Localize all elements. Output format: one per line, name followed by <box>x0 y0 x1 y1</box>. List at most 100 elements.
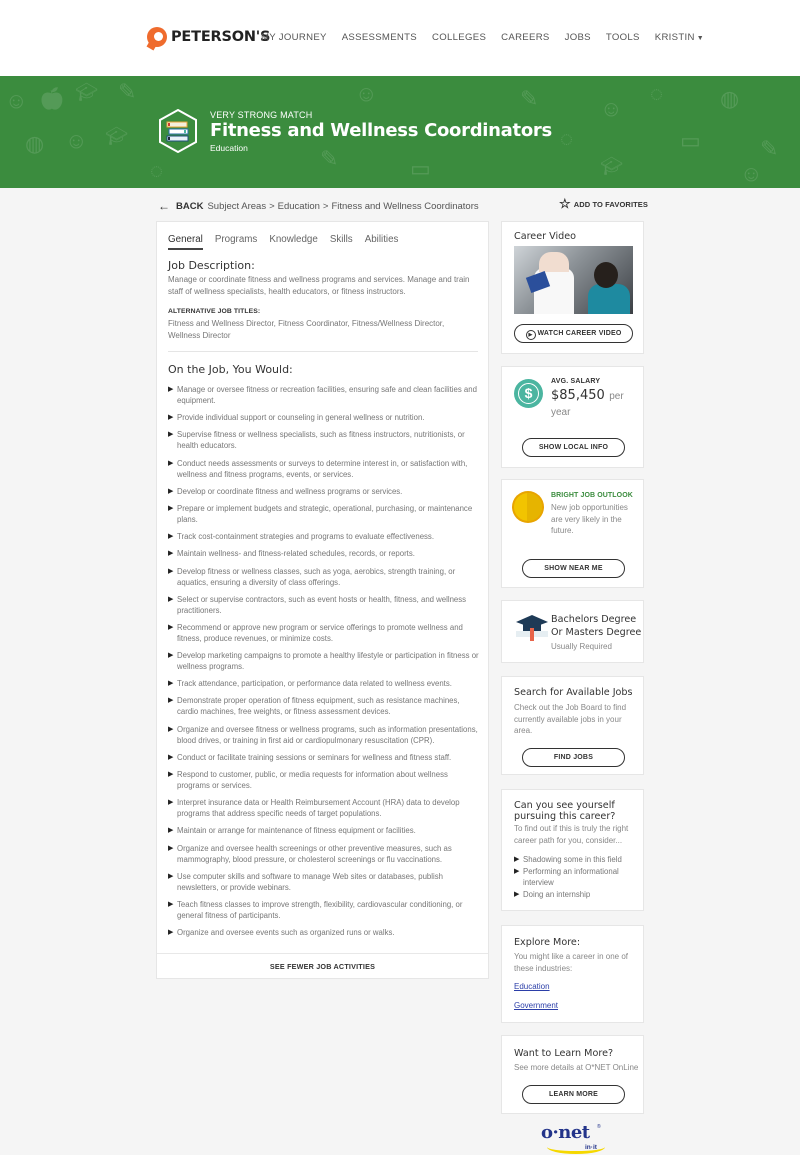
salary-card: $ AVG. SALARY $85,450 per year SHOW LOCA… <box>501 366 644 468</box>
find-jobs-button[interactable]: FIND JOBS <box>522 748 625 767</box>
career-details-card: General Programs Knowledge Skills Abilit… <box>156 221 489 979</box>
play-icon: ▶ <box>525 330 536 340</box>
learn-more-button[interactable]: LEARN MORE <box>522 1085 625 1104</box>
bullet-triangle-icon: ▶ <box>168 386 174 393</box>
bullet-triangle-icon: ▶ <box>168 872 174 880</box>
job-activity-item: ▶ Organize and oversee events such as org… <box>168 927 480 938</box>
pursue-item: ▶ Shadowing some in this field <box>514 854 636 865</box>
bullet-triangle-icon: ▶ <box>168 533 174 541</box>
bullet-triangle-icon: ▶ <box>168 753 174 761</box>
bullet-triangle-icon: ▶ <box>168 623 174 631</box>
nav-my-journey[interactable]: MY JOURNEY <box>261 32 327 43</box>
on-the-job-heading: On the Job, You Would: <box>168 363 293 376</box>
back-arrow-icon[interactable]: ← <box>158 199 170 213</box>
job-activity-text: Recommend or approve new program or serv… <box>177 622 463 643</box>
career-video-thumbnail[interactable] <box>514 246 633 314</box>
theater-masks-icon: ☺ <box>65 128 88 153</box>
salary-unit: per <box>609 391 624 402</box>
pencil-icon: ✎ <box>320 146 339 171</box>
job-activity-text: Demonstrate proper operation of fitness … <box>177 696 460 717</box>
education-books-icon <box>159 109 197 153</box>
job-activity-text: Conduct needs assessments or surveys to … <box>177 458 468 479</box>
add-to-favorites-button[interactable]: ☆ ADD TO FAVORITES <box>559 196 649 211</box>
globe-icon: ◍ <box>25 131 45 156</box>
breadcrumb-subject-areas[interactable]: Subject Areas <box>207 201 266 212</box>
dollar-coin-icon: $ <box>514 379 543 408</box>
section-divider <box>168 351 478 352</box>
tab-skills[interactable]: Skills <box>330 234 353 250</box>
bullet-triangle-icon: ▶ <box>168 550 174 558</box>
bullet-triangle-icon: ▶ <box>514 891 520 898</box>
tab-general[interactable]: General <box>168 234 203 250</box>
job-activity-item: ▶ Organize and oversee fitness or wellnes… <box>168 724 480 746</box>
career-video-title: Career Video <box>514 231 576 242</box>
star-icon: ☆ <box>559 196 571 211</box>
breadcrumb-education[interactable]: Education <box>278 201 320 212</box>
learn-more-text: See more details at O*NET OnLine <box>514 1063 639 1072</box>
onet-logo[interactable]: o·net ® in·it <box>541 1122 605 1154</box>
bullet-triangle-icon: ▶ <box>168 504 174 512</box>
explore-title: Explore More: <box>514 937 581 948</box>
nav-colleges[interactable]: COLLEGES <box>432 32 486 43</box>
degree-text: Bachelors Degree Or Masters Degree <box>551 613 641 639</box>
bullet-triangle-icon: ▶ <box>514 856 520 863</box>
job-activities-list: ▶ Manage or oversee fitness or recreation… <box>168 384 480 944</box>
nav-tools[interactable]: TOOLS <box>606 32 640 43</box>
bullet-triangle-icon: ▶ <box>168 652 174 660</box>
job-activity-item: ▶ Conduct needs assessments or surveys to… <box>168 458 480 480</box>
pursue-item-text: Shadowing some in this field <box>523 855 622 864</box>
job-activity-item: ▶ Supervise fitness or wellness specialis… <box>168 429 480 451</box>
bullet-triangle-icon: ▶ <box>514 868 520 875</box>
theater-masks-icon: ☺ <box>600 96 623 121</box>
nav-assessments[interactable]: ASSESSMENTS <box>342 32 417 43</box>
industry-link-government[interactable]: Government <box>514 1001 558 1010</box>
show-local-info-button[interactable]: SHOW LOCAL INFO <box>522 438 625 457</box>
bullet-triangle-icon: ▶ <box>168 827 174 835</box>
brand-logo[interactable]: PETERSON'S <box>147 27 270 47</box>
job-activity-text: Teach fitness classes to improve strengt… <box>177 899 463 920</box>
job-activity-text: Maintain wellness- and fitness-related s… <box>177 549 415 559</box>
career-banner: 🍎︎ 🎓︎ ✎ ☺ ◍ ☺ 🎓︎ ◌ ✎ ☺ ▭ ✎ ◌ ☺ ◌ ▭ ◍ ✎ ☺… <box>0 76 800 188</box>
job-activity-item: ▶ Demonstrate proper operation of fitness… <box>168 695 480 717</box>
add-to-favorites-label: ADD TO FAVORITES <box>573 199 649 209</box>
graduation-cap-icon <box>516 615 548 641</box>
see-fewer-activities-button[interactable]: SEE FEWER JOB ACTIVITIES <box>157 953 488 980</box>
job-activity-item: ▶ Develop fitness or wellness classes, su… <box>168 566 480 588</box>
nav-careers[interactable]: CAREERS <box>501 32 549 43</box>
job-activity-text: Manage or oversee fitness or recreation … <box>177 385 477 405</box>
bullet-triangle-icon: ▶ <box>168 567 174 575</box>
job-activity-item: ▶ Track attendance, participation, or per… <box>168 678 480 689</box>
job-activity-text: Organize and oversee fitness or wellness… <box>177 724 478 745</box>
brand-name: PETERSON'S <box>171 29 271 45</box>
nav-jobs[interactable]: JOBS <box>565 32 591 43</box>
show-near-me-button[interactable]: SHOW NEAR ME <box>522 559 625 578</box>
graduation-cap-icon: 🎓︎ <box>600 156 623 176</box>
peterson-logo-icon <box>147 27 167 47</box>
tab-programs[interactable]: Programs <box>215 234 257 250</box>
industry-link-education[interactable]: Education <box>514 982 550 991</box>
outlook-label: BRIGHT JOB OUTLOOK <box>551 492 633 499</box>
job-activity-text: Provide individual support or counseling… <box>177 413 425 423</box>
pursue-item: ▶ Doing an internship <box>514 889 636 900</box>
job-activity-text: Organize and oversee events such as orga… <box>177 928 395 938</box>
tab-knowledge[interactable]: Knowledge <box>269 234 317 250</box>
job-activity-item: ▶ Use computer skills and software to man… <box>168 871 480 893</box>
job-activity-item: ▶ Organize and oversee health screenings … <box>168 843 480 865</box>
back-button[interactable]: BACK <box>176 201 203 212</box>
tab-abilities[interactable]: Abilities <box>365 234 399 250</box>
job-activity-text: Interpret insurance data or Health Reimb… <box>177 798 460 819</box>
job-activity-text: Develop marketing campaigns to promote a… <box>177 651 479 672</box>
thumbnail-figure <box>588 284 630 314</box>
pencil-icon: ✎ <box>118 79 137 104</box>
bullet-triangle-icon: ▶ <box>168 595 174 603</box>
bullet-triangle-icon: ▶ <box>168 799 174 807</box>
graduation-cap-icon: 🎓︎ <box>105 126 128 146</box>
watch-career-video-button[interactable]: ▶ WATCH CAREER VIDEO <box>514 324 633 343</box>
job-activity-item: ▶ Develop marketing campaigns to promote … <box>168 650 480 672</box>
user-menu[interactable]: KRISTIN ▼ <box>655 32 704 43</box>
bright-outlook-sun-icon <box>514 493 542 521</box>
available-jobs-card: Search for Available Jobs Check out the … <box>501 676 644 775</box>
job-activity-item: ▶ Interpret insurance data or Health Reim… <box>168 797 480 819</box>
theater-masks-icon: ☺ <box>5 88 28 113</box>
job-activity-text: Maintain or arrange for maintenance of f… <box>177 826 416 836</box>
